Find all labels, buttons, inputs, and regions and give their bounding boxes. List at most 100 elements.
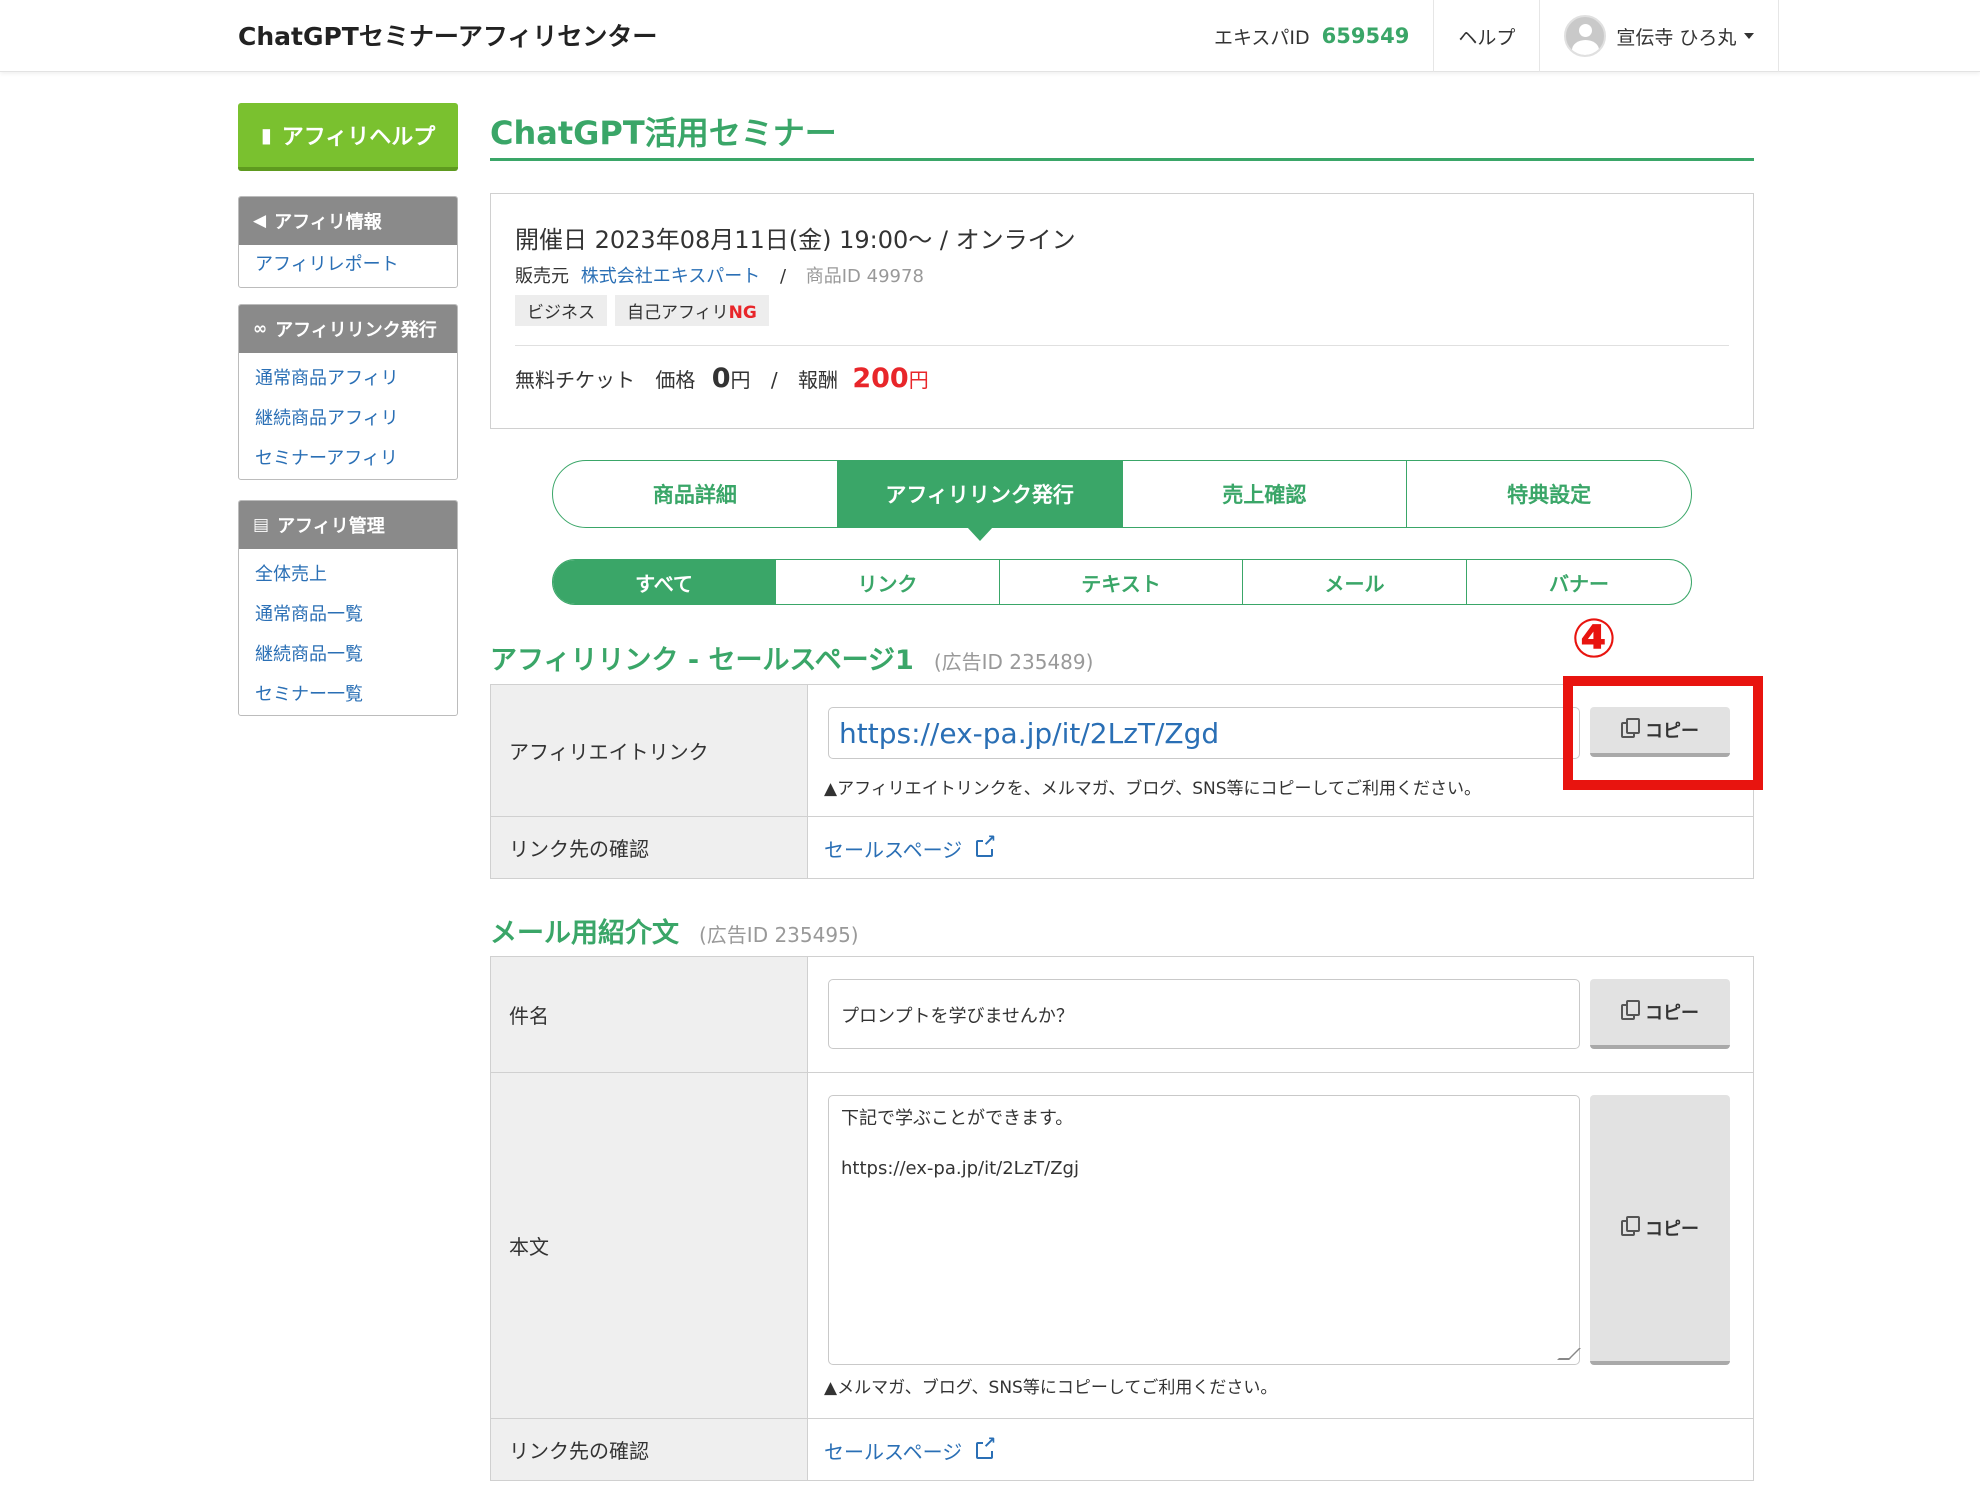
row-label: リンク先の確認 (491, 817, 808, 878)
step-number-annotation: ④ (1571, 607, 1617, 670)
mail-text-table: 件名 プロンプトを学びませんか？ コピー 本文 下記で学ぶことができます。 ht… (490, 956, 1754, 1481)
subtab-mail[interactable]: メール (1242, 560, 1466, 604)
divider (515, 345, 1729, 346)
table-row: リンク先の確認 セールスページ (491, 1418, 1753, 1480)
filter-tabs: すべて リンク テキスト メール バナー (552, 559, 1692, 605)
sidebar-item-normal-list[interactable]: 通常商品一覧 (239, 595, 457, 635)
subject-value: プロンプトを学びませんか？ (841, 1006, 1074, 1027)
ad-id: (広告ID 235495) (699, 923, 859, 947)
tag-self-affiliate: 自己アフィリNG (615, 295, 769, 326)
sidebar-item-normal-affiliate[interactable]: 通常商品アフィリ (239, 359, 457, 399)
external-link-icon (976, 833, 997, 857)
row-label: アフィリエイトリンク (491, 685, 808, 816)
table-row: 件名 プロンプトを学びませんか？ コピー (491, 957, 1753, 1072)
expa-id: エキスパID 659549 (1190, 0, 1433, 72)
copy-label: コピー (1645, 1003, 1699, 1024)
site-title[interactable]: ChatGPTセミナーアフィリセンター (238, 17, 657, 53)
ticket-label: 無料チケット (515, 368, 635, 392)
affiliate-help-button[interactable]: ▮ アフィリヘルプ (238, 103, 458, 171)
resize-handle[interactable] (1557, 1348, 1581, 1360)
section-affiliate-link-title: アフィリリンク - セールスページ1 (広告ID 235489) (490, 638, 1093, 677)
tab-bonus[interactable]: 特典設定 (1406, 461, 1691, 527)
page-title: ChatGPT活用セミナー (490, 114, 837, 152)
row-label: 件名 (491, 957, 808, 1072)
subtab-text[interactable]: テキスト (999, 560, 1242, 604)
subject-field[interactable]: プロンプトを学びませんか？ (828, 979, 1580, 1049)
sidebar-group-title: ▤ アフィリ管理 (239, 501, 457, 549)
section-title-text: メール用紹介文 (490, 918, 679, 949)
sidebar-group-title: ∞ アフィリリンク発行 (239, 305, 457, 353)
highlight-box (1563, 676, 1763, 790)
sidebar-group-label: アフィリリンク発行 (275, 320, 437, 341)
help-link[interactable]: ヘルプ (1433, 0, 1539, 72)
event-date: 開催日 2023年08月11日(金) 19:00〜 / オンライン (515, 226, 1076, 254)
body-value: 下記で学ぶことができます。 https://ex-pa.jp/it/2LzT/Z… (841, 1108, 1079, 1179)
expa-id-label: エキスパID (1214, 26, 1310, 49)
expa-id-value: 659549 (1321, 24, 1410, 48)
link-icon: ∞ (253, 319, 268, 339)
sidebar-group-manage: ▤ アフィリ管理 全体売上 通常商品一覧 継続商品一覧 セミナー一覧 (238, 500, 458, 716)
row-label: 本文 (491, 1073, 808, 1418)
meta-separator: / (779, 266, 787, 287)
sales-page-link[interactable]: セールスページ (824, 833, 997, 863)
product-meta: 販売元 株式会社エキスパート / 商品ID 49978 (515, 262, 924, 288)
sidebar-item-seminar-affiliate[interactable]: セミナーアフィリ (239, 439, 457, 479)
subtab-all[interactable]: すべて (553, 560, 775, 604)
copy-body-button[interactable]: コピー (1590, 1095, 1730, 1365)
subtab-link[interactable]: リンク (775, 560, 999, 604)
sidebar-item-affiliate-report[interactable]: アフィリレポート (239, 245, 457, 287)
sidebar-group-label: アフィリ管理 (277, 516, 385, 537)
affiliate-help-label: アフィリヘルプ (281, 125, 436, 150)
book-icon: ▮ (260, 123, 272, 147)
seller-link[interactable]: 株式会社エキスパート (581, 266, 760, 287)
product-id: 商品ID 49978 (805, 266, 924, 287)
reward-label: 報酬 (797, 368, 838, 392)
ad-id: (広告ID 235489) (933, 650, 1094, 674)
product-tabs: 商品詳細 アフィリリンク発行 売上確認 特典設定 (552, 460, 1692, 541)
copy-icon (1621, 1000, 1640, 1020)
title-underline (490, 158, 1754, 161)
product-info-card: 開催日 2023年08月11日(金) 19:00〜 / オンライン 販売元 株式… (490, 193, 1754, 429)
top-header: ChatGPTセミナーアフィリセンター エキスパID 659549 ヘルプ 宣伝… (0, 0, 1980, 72)
avatar (1564, 15, 1607, 57)
price-label: 価格 (655, 368, 696, 392)
sales-page-link[interactable]: セールスページ (824, 1435, 997, 1465)
megaphone-icon: ◀ (253, 211, 267, 231)
sidebar-group-title: ◀ アフィリ情報 (239, 197, 457, 245)
external-link-icon (976, 1435, 997, 1459)
section-title-text: アフィリリンク - セールスページ1 (490, 645, 914, 676)
row-value: プロンプトを学びませんか？ コピー (808, 957, 1753, 1072)
body-textarea[interactable]: 下記で学ぶことができます。 https://ex-pa.jp/it/2LzT/Z… (828, 1095, 1581, 1365)
sidebar-item-total-sales[interactable]: 全体売上 (239, 555, 457, 595)
sales-page-label: セールスページ (824, 838, 963, 862)
row-label: リンク先の確認 (491, 1419, 808, 1480)
tab-product-detail[interactable]: 商品詳細 (553, 461, 837, 527)
price-yen: 円 (730, 368, 751, 392)
tag-self-prefix: 自己アフィリ (627, 303, 729, 323)
tag-ng: NG (728, 303, 757, 323)
copy-label: コピー (1645, 1219, 1699, 1240)
tag-business: ビジネス (515, 295, 607, 326)
sales-page-label: セールスページ (824, 1440, 963, 1464)
copy-subject-button[interactable]: コピー (1590, 979, 1730, 1049)
section-mail-title: メール用紹介文 (広告ID 235495) (490, 911, 859, 950)
user-menu[interactable]: 宣伝寺 ひろ丸 (1539, 0, 1780, 72)
chevron-down-icon (1744, 33, 1755, 39)
price-value: 0 (711, 363, 731, 394)
row-value: セールスページ (808, 817, 1753, 878)
seller-label: 販売元 (515, 266, 569, 287)
reward-value: 200 (852, 363, 909, 394)
sidebar-item-continuous-affiliate[interactable]: 継続商品アフィリ (239, 399, 457, 439)
sidebar-item-seminar-list[interactable]: セミナー一覧 (239, 675, 457, 715)
affiliate-link-field[interactable]: https://ex-pa.jp/it/2LzT/Zgd (828, 707, 1580, 759)
tag-list: ビジネス 自己アフィリNG (515, 295, 769, 326)
sidebar-group-label: アフィリ情報 (274, 212, 382, 233)
tab-affiliate-link[interactable]: アフィリリンク発行 (836, 461, 1122, 541)
tab-sales[interactable]: 売上確認 (1121, 461, 1407, 527)
file-icon: ▤ (253, 515, 270, 535)
mail-note: ▲メルマガ、ブログ、SNS等にコピーしてご利用ください。 (824, 1378, 1278, 1398)
reward-yen: 円 (908, 368, 929, 392)
sidebar-item-continuous-list[interactable]: 継続商品一覧 (239, 635, 457, 675)
subtab-banner[interactable]: バナー (1466, 560, 1691, 604)
table-row: 本文 下記で学ぶことができます。 https://ex-pa.jp/it/2Lz… (491, 1072, 1753, 1418)
